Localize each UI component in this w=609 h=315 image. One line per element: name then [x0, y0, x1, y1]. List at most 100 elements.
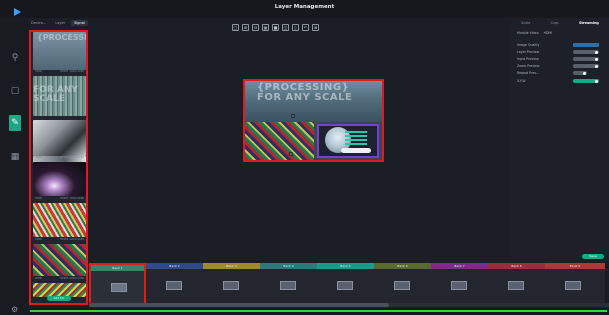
- nav-signal[interactable]: Signal: [71, 20, 88, 26]
- source-label-type: HDMI: [35, 156, 42, 159]
- source-label-type: HDMI: [35, 238, 42, 241]
- source-label-res: HDMI2 1920x1080: [59, 156, 84, 159]
- tab-scale[interactable]: Scale: [521, 21, 530, 25]
- bank-6[interactable]: Bank 6: [374, 263, 431, 303]
- save-button[interactable]: Save: [582, 254, 604, 259]
- source-label: HDMI HDMI3 1920x1080: [33, 197, 86, 202]
- source-thumb-watermark: {PROCESSING}: [37, 33, 86, 42]
- search-icon[interactable]: ⚲: [10, 53, 20, 63]
- source-thumb[interactable]: [33, 203, 86, 237]
- layer-window-selected[interactable]: [317, 124, 379, 158]
- layer-preview-toggle[interactable]: [573, 50, 599, 54]
- bank-3[interactable]: Bank 3: [203, 263, 260, 303]
- add-source-button[interactable]: Add Src: [47, 296, 71, 301]
- image-quality-select[interactable]: [573, 43, 599, 47]
- setting-label: X-Y-W: [517, 79, 526, 83]
- source-label-type: HDMI: [35, 70, 42, 73]
- setting-row: Zoom Preview: [517, 64, 603, 69]
- toolbar-undo-icon[interactable]: ↶: [302, 24, 309, 31]
- toolbar-quad-icon[interactable]: ▦: [262, 24, 269, 31]
- source-thumb-watermark: FOR ANY SCALE: [33, 85, 78, 104]
- bank-4[interactable]: Bank 4: [260, 263, 317, 303]
- bank-thumb: [111, 283, 127, 292]
- layer-window[interactable]: {PROCESSING} FOR ANY SCALE 1: [245, 81, 382, 122]
- bank-thumb: [166, 281, 182, 290]
- grid-icon[interactable]: ▦: [10, 152, 20, 162]
- bank-body: [91, 271, 144, 305]
- bank-thumb: [508, 281, 524, 290]
- bank-body: [431, 269, 488, 303]
- toolbar-split3-icon[interactable]: ⊟: [252, 24, 259, 31]
- layer-window[interactable]: 2: [245, 122, 314, 160]
- repeat-preview-toggle[interactable]: [573, 71, 587, 75]
- layer-image: [345, 131, 367, 147]
- nav-layer[interactable]: Layer: [52, 20, 68, 26]
- source-label: HDMI HDMI2 1920x1080: [33, 156, 86, 161]
- bank-thumb: [451, 281, 467, 290]
- nav-device[interactable]: Device...: [28, 20, 49, 26]
- layer-tag: 1: [291, 114, 295, 118]
- bank-body: [488, 269, 545, 303]
- toolbar-single-icon[interactable]: □: [232, 24, 239, 31]
- source-thumb[interactable]: [33, 120, 86, 156]
- app-window: Layer Management Device... Layer Signal …: [0, 0, 609, 315]
- source-thumb[interactable]: [33, 162, 86, 196]
- bank-thumb: [565, 281, 581, 290]
- source-label: HDMI HDMI5 1920x1080: [33, 277, 86, 282]
- toolbar-split2-icon[interactable]: ⊞: [242, 24, 249, 31]
- canvas-watermark-line2: FOR ANY SCALE: [257, 92, 353, 103]
- bank-2[interactable]: Bank 2: [146, 263, 203, 303]
- bank-1[interactable]: Bank 1: [89, 263, 146, 305]
- layer-tag: 2: [289, 152, 293, 156]
- setting-row: Layer Preview: [517, 50, 603, 55]
- layer-image: [341, 148, 371, 153]
- setting-row: Input Preview: [517, 57, 603, 62]
- source-label-res: HDMI3 1920x1080: [59, 197, 84, 200]
- bank-body: [146, 269, 203, 303]
- bank-body: [203, 269, 260, 303]
- scrollbar-thumb[interactable]: [89, 303, 389, 307]
- bank-9[interactable]: Bank 9: [545, 263, 605, 303]
- status-indicator: [30, 310, 607, 312]
- bank-thumb: [280, 281, 296, 290]
- top-nav: Device... Layer Signal: [28, 18, 88, 28]
- edit-icon[interactable]: ✎: [9, 115, 21, 131]
- gear-icon[interactable]: ⚙: [11, 305, 18, 314]
- left-rail: ⚲ ▢ ✎ ▦: [0, 18, 28, 315]
- setting-label: Layer Preview: [517, 50, 540, 54]
- input-preview-toggle[interactable]: [573, 57, 599, 61]
- toolbar-pip-icon[interactable]: ◫: [282, 24, 289, 31]
- toolbar-page-icon[interactable]: ▯: [292, 24, 299, 31]
- source-label-res: HDMI1 1920x1080: [59, 70, 84, 73]
- module-row: Module Video HDMI: [517, 31, 603, 36]
- properties-panel: Scale Crop Streaming Module Video HDMI I…: [511, 18, 609, 258]
- source-label-type: HDMI: [35, 277, 42, 280]
- module-value: HDMI: [543, 31, 553, 35]
- source-label: HDMI HDMI1 1920x1080: [33, 70, 86, 75]
- toolbar-clear-icon[interactable]: ⊠: [312, 24, 319, 31]
- properties-tabs: Scale Crop Streaming: [511, 18, 609, 28]
- source-thumb[interactable]: [33, 244, 86, 276]
- setting-label: Zoom Preview: [517, 64, 540, 68]
- bank-8[interactable]: Bank 8: [488, 263, 545, 303]
- source-panel: {PROCESSING} HDMI HDMI1 1920x1080 FOR AN…: [29, 30, 88, 305]
- setting-label: Repeat Prev...: [517, 71, 539, 75]
- display-icon[interactable]: ▢: [10, 86, 20, 96]
- module-label: Module Video: [517, 31, 539, 35]
- tab-streaming[interactable]: Streaming: [579, 21, 599, 25]
- xyw-toggle[interactable]: [573, 79, 599, 83]
- bank-5[interactable]: Bank 5: [317, 263, 374, 303]
- bank-scrollbar[interactable]: [89, 303, 609, 307]
- zoom-preview-toggle[interactable]: [573, 64, 599, 68]
- screen-canvas[interactable]: {PROCESSING} FOR ANY SCALE 1 2: [243, 79, 384, 162]
- source-label-type: HDMI: [35, 197, 42, 200]
- window-title: Layer Management: [274, 4, 335, 10]
- toolbar-fill-icon[interactable]: ■: [272, 24, 279, 31]
- source-thumb[interactable]: FOR ANY SCALE: [33, 76, 86, 116]
- bank-bar: Bank 1 Bank 2 Bank 3 Bank 4 Bank 5 Bank …: [89, 263, 609, 305]
- source-thumb[interactable]: [33, 283, 86, 297]
- bank-7[interactable]: Bank 7: [431, 263, 488, 303]
- tab-crop[interactable]: Crop: [551, 21, 559, 25]
- source-thumb[interactable]: {PROCESSING}: [33, 32, 86, 70]
- bank-body: [260, 269, 317, 303]
